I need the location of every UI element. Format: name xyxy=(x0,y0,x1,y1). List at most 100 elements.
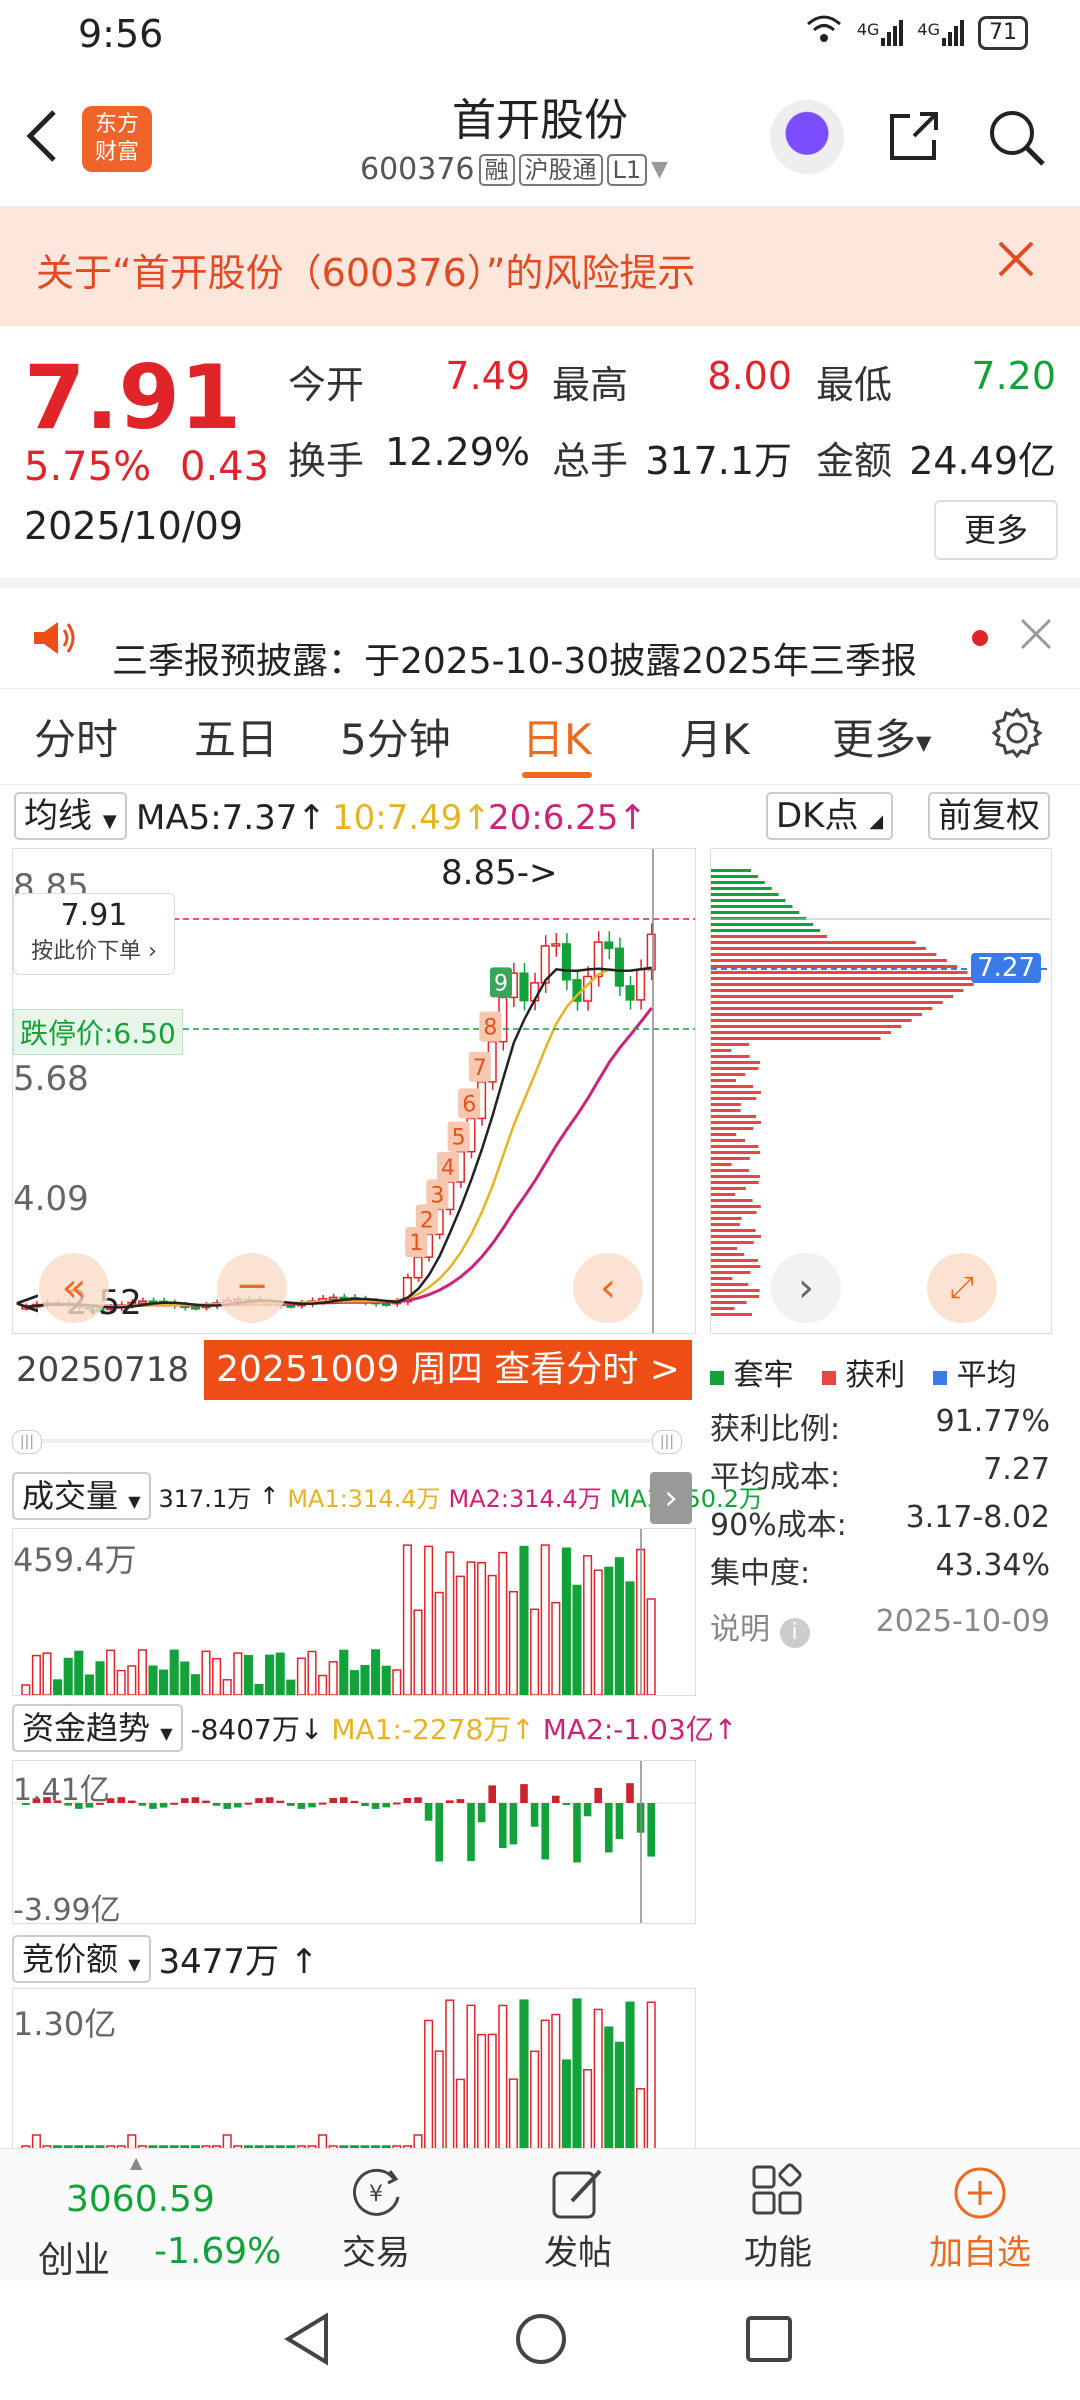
assistant-robot-icon[interactable] xyxy=(770,100,844,174)
ma-selector[interactable]: 均线 ▼ xyxy=(14,792,127,840)
bid-selector[interactable]: 竞价额 ▼ xyxy=(12,1934,151,1983)
nav-function[interactable]: 功能 xyxy=(708,2161,848,2274)
add-watchlist-button[interactable]: 加自选 xyxy=(910,2161,1050,2274)
bid-value-text: 3477万 xyxy=(158,1942,280,1982)
volume-bar xyxy=(604,1566,614,1696)
tab-monthly-k[interactable]: 月K xyxy=(680,706,750,767)
tab-more[interactable]: 更多▼ xyxy=(832,706,931,767)
volume-bar xyxy=(148,1665,158,1696)
chip-bar xyxy=(711,1067,759,1070)
scroll-handle-left[interactable]: ||| xyxy=(12,1430,42,1454)
app-logo[interactable]: 东方 财富 xyxy=(82,106,152,172)
fund-selector-label: 资金趋势 xyxy=(22,1709,151,1747)
tab-daily-k[interactable]: 日K xyxy=(522,706,592,767)
scroll-handle-right[interactable]: ||| xyxy=(652,1430,682,1454)
countdown-number: 4 xyxy=(441,1156,455,1181)
index-widget[interactable]: ▲ 3060.59 创业 -1.69% xyxy=(0,2149,281,2281)
bid-bar xyxy=(222,2134,232,2150)
candle-body xyxy=(413,1256,423,1279)
fund-bar xyxy=(191,1797,200,1803)
chip-bar xyxy=(711,935,827,938)
fund-value-text: -8407万 xyxy=(190,1713,300,1746)
bid-selector-label: 竞价额 xyxy=(22,1939,119,1978)
scroll-start-icon[interactable]: « xyxy=(39,1253,109,1323)
volume-bar xyxy=(508,1590,518,1696)
volume-selector[interactable]: 成交量 ▼ xyxy=(12,1472,151,1520)
volume-bar xyxy=(519,1545,529,1696)
limit-down-label: 跌停价:6.50 xyxy=(13,1009,183,1055)
view-intraday-button[interactable]: 20251009 周四 查看分时 > xyxy=(204,1340,692,1400)
tag-margin: 融 xyxy=(478,153,515,186)
notice-text[interactable]: 三季报预披露：于2025-10-30披露2025年三季报 xyxy=(112,632,917,684)
notice-bar[interactable]: 三季报预披露：于2025-10-30披露2025年三季报 xyxy=(0,578,1080,689)
bid-bar xyxy=(604,2026,614,2150)
chip-bar xyxy=(711,1259,758,1262)
explain-link[interactable]: 说明 i xyxy=(710,1604,810,1648)
sys-home-icon[interactable] xyxy=(514,2312,568,2370)
step-right-icon[interactable]: › xyxy=(771,1253,841,1323)
explain-row[interactable]: 说明 i 2025-10-09 xyxy=(710,1604,1050,1648)
nav-post[interactable]: 发帖 xyxy=(508,2161,648,2274)
chip-bar xyxy=(711,1049,732,1052)
chip-bar xyxy=(711,1175,760,1178)
dk-point-button[interactable]: DK点 ◢ xyxy=(766,792,894,840)
more-button[interactable]: 更多 xyxy=(934,500,1058,560)
profit-ratio-value: 91.77% xyxy=(935,1404,1050,1439)
tab-5min[interactable]: 5分钟 xyxy=(340,706,451,767)
chip-bar xyxy=(711,1205,761,1208)
fund-bar xyxy=(583,1803,592,1817)
risk-warning-text[interactable]: 关于“首开股份（600376）”的风险提示 xyxy=(36,242,695,297)
bid-bar xyxy=(466,2004,476,2150)
logo-line1: 东方 xyxy=(94,112,139,137)
fund-ma1: MA1:-2278万↑ xyxy=(331,1713,535,1746)
close-icon[interactable] xyxy=(996,232,1036,292)
fund-bar xyxy=(202,1800,210,1803)
step-left-icon[interactable]: ‹ xyxy=(573,1253,643,1323)
change-percent: 5.75% xyxy=(24,444,152,490)
fund-trend-selector[interactable]: 资金趋势 ▼ xyxy=(12,1704,183,1752)
chip-bar xyxy=(711,1313,752,1316)
settings-gear-icon[interactable] xyxy=(990,706,1044,764)
fuquan-button[interactable]: 前复权 xyxy=(928,792,1050,840)
fund-trend-chart[interactable]: 1.41亿 -3.99亿 xyxy=(12,1760,696,1928)
kline-chart[interactable]: 123456789 8.85 5.68 4.09 8.85-> <--2.52 … xyxy=(12,848,696,1334)
sys-recent-icon[interactable] xyxy=(744,2314,794,2368)
volume-bar xyxy=(349,1670,359,1696)
dk-label: DK点 xyxy=(776,796,859,836)
chip-distribution-chart[interactable]: 7.27 › ⤢ xyxy=(710,848,1052,1334)
chip-bar xyxy=(711,965,958,968)
expand-indicator-icon[interactable]: › xyxy=(650,1472,692,1524)
volume-chart[interactable]: 459.4万 xyxy=(12,1528,696,1696)
tab-five-day[interactable]: 五日 xyxy=(194,706,278,767)
legend-average: 平均 xyxy=(933,1350,1017,1394)
chip-bar xyxy=(711,893,779,896)
dropdown-icon: ▼ xyxy=(651,157,669,182)
legend-profit-label: 获利 xyxy=(845,1358,906,1393)
chip-bar xyxy=(711,881,765,884)
amount-label: 金额 xyxy=(816,439,893,483)
sys-back-icon[interactable] xyxy=(282,2312,332,2370)
bid-bar xyxy=(413,2134,423,2150)
candle-body xyxy=(636,968,646,1001)
back-button[interactable] xyxy=(22,106,62,175)
nav-trade[interactable]: ¥ 交易 xyxy=(306,2161,446,2274)
bid-bar xyxy=(455,2078,465,2150)
zoom-out-icon[interactable]: − xyxy=(217,1253,287,1323)
stock-code-row[interactable]: 600376 融 沪股通 L1 ▼ xyxy=(360,152,668,187)
legend-average-label: 平均 xyxy=(956,1358,1017,1393)
expand-icon[interactable]: ⤢ xyxy=(927,1253,997,1323)
candle-body xyxy=(519,972,529,1002)
order-at-price-bubble[interactable]: 7.91 按此价下单 › xyxy=(13,893,175,975)
share-icon[interactable] xyxy=(884,106,944,166)
chip-bar xyxy=(711,1091,761,1094)
chip-bar xyxy=(711,1169,749,1172)
chart-scrollbar[interactable]: ||| ||| xyxy=(12,1430,684,1454)
tab-intraday[interactable]: 分时 xyxy=(34,706,118,767)
search-icon[interactable] xyxy=(985,106,1047,168)
volume-bar xyxy=(561,1547,571,1696)
volume-bar xyxy=(593,1569,603,1696)
bid-amount-chart[interactable]: 1.30亿 xyxy=(12,1988,696,2150)
risk-warning-banner[interactable]: 关于“首开股份（600376）”的风险提示 xyxy=(0,206,1080,326)
close-notice-icon[interactable] xyxy=(1018,608,1054,664)
turnover-label: 换手 xyxy=(288,439,365,483)
